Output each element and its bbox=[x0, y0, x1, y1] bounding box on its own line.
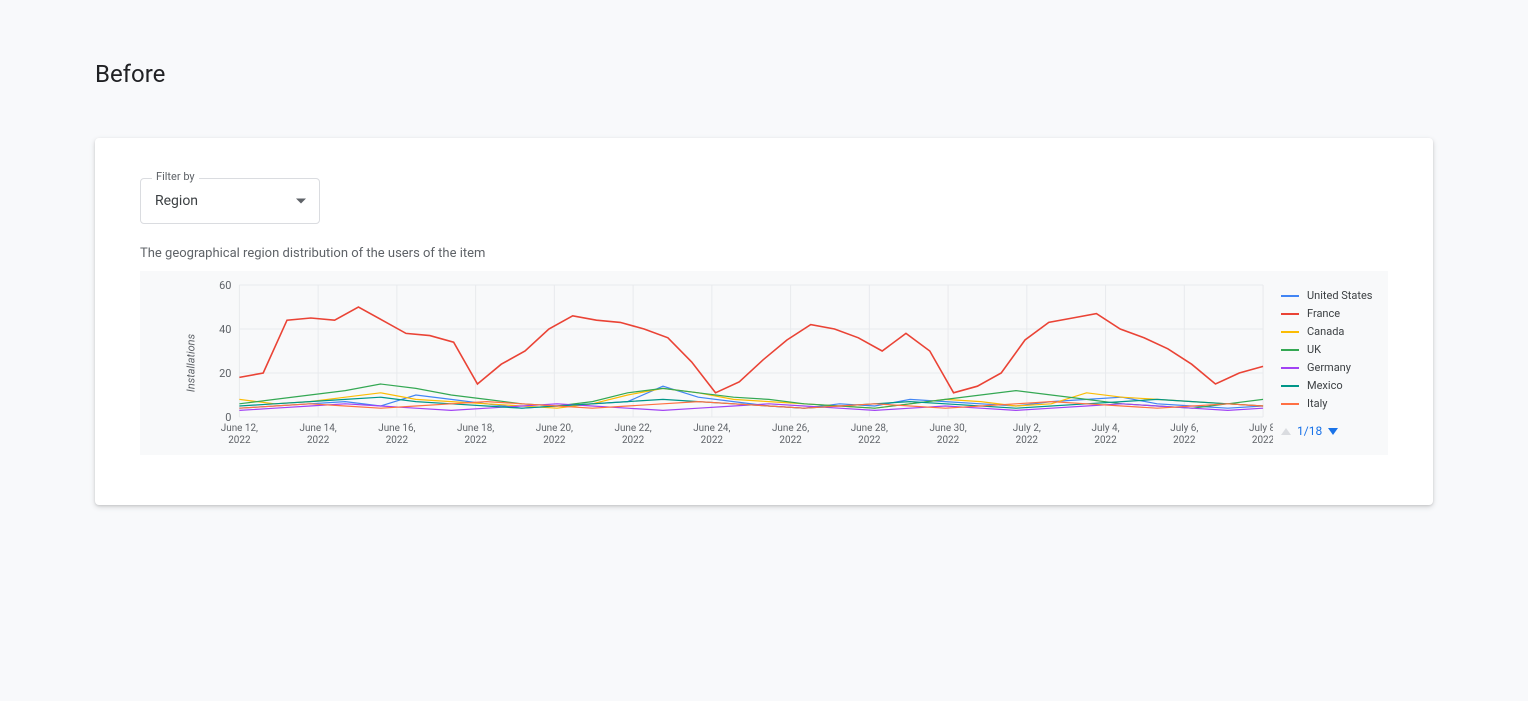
svg-text:June 28,: June 28, bbox=[851, 423, 888, 434]
legend-label: Germany bbox=[1307, 361, 1351, 374]
legend-swatch bbox=[1281, 295, 1299, 297]
svg-text:2022: 2022 bbox=[1094, 435, 1117, 446]
svg-text:20: 20 bbox=[219, 367, 231, 380]
svg-text:2022: 2022 bbox=[386, 435, 409, 446]
chevron-down-icon bbox=[296, 199, 306, 204]
legend-swatch bbox=[1281, 367, 1299, 369]
svg-text:2022: 2022 bbox=[1173, 435, 1196, 446]
svg-text:July 4,: July 4, bbox=[1092, 423, 1120, 434]
svg-text:2022: 2022 bbox=[1252, 435, 1273, 446]
svg-text:June 14,: June 14, bbox=[300, 423, 337, 434]
svg-text:2022: 2022 bbox=[858, 435, 881, 446]
legend-label: United States bbox=[1307, 289, 1372, 302]
legend-swatch bbox=[1281, 313, 1299, 315]
y-axis-title: Installations bbox=[185, 334, 198, 392]
svg-text:2022: 2022 bbox=[622, 435, 645, 446]
legend-page-indicator: 1/18 bbox=[1297, 424, 1322, 438]
svg-text:2022: 2022 bbox=[464, 435, 487, 446]
legend-label: Mexico bbox=[1307, 379, 1343, 392]
chart-legend: United States France Canada UK Germany Mexico… bbox=[1273, 271, 1388, 455]
svg-text:July 6,: July 6, bbox=[1170, 423, 1198, 434]
chart-subtitle: The geographical region distribution of … bbox=[140, 246, 1388, 261]
legend-item[interactable]: UK bbox=[1281, 343, 1380, 356]
legend-item[interactable]: Germany bbox=[1281, 361, 1380, 374]
legend-swatch bbox=[1281, 331, 1299, 333]
svg-text:2022: 2022 bbox=[1016, 435, 1039, 446]
line-chart: 0204060June 12,2022June 14,2022June 16,2… bbox=[140, 271, 1273, 451]
page-title: Before bbox=[95, 60, 1433, 88]
svg-text:60: 60 bbox=[219, 279, 231, 292]
legend-item[interactable]: United States bbox=[1281, 289, 1380, 302]
svg-text:June 26,: June 26, bbox=[772, 423, 809, 434]
filter-by-dropdown[interactable]: Filter by Region bbox=[140, 178, 320, 224]
svg-text:June 20,: June 20, bbox=[536, 423, 573, 434]
svg-text:July 2,: July 2, bbox=[1013, 423, 1041, 434]
filter-label: Filter by bbox=[152, 170, 199, 183]
legend-label: France bbox=[1307, 307, 1340, 320]
legend-page-up-icon[interactable] bbox=[1281, 428, 1291, 435]
legend-pager: 1/18 bbox=[1281, 424, 1380, 438]
legend-label: Italy bbox=[1307, 397, 1327, 410]
legend-swatch bbox=[1281, 403, 1299, 405]
legend-item[interactable]: Canada bbox=[1281, 325, 1380, 338]
svg-text:2022: 2022 bbox=[543, 435, 566, 446]
legend-item[interactable]: France bbox=[1281, 307, 1380, 320]
filter-selected-value: Region bbox=[155, 193, 198, 209]
svg-text:40: 40 bbox=[219, 323, 231, 336]
svg-text:June 12,: June 12, bbox=[221, 423, 258, 434]
svg-text:June 18,: June 18, bbox=[457, 423, 494, 434]
legend-swatch bbox=[1281, 385, 1299, 387]
svg-text:June 22,: June 22, bbox=[614, 423, 651, 434]
svg-text:2022: 2022 bbox=[701, 435, 724, 446]
svg-text:July 8,: July 8, bbox=[1249, 423, 1273, 434]
svg-text:June 30,: June 30, bbox=[929, 423, 966, 434]
legend-page-down-icon[interactable] bbox=[1328, 428, 1338, 435]
chart-container: Installations 0204060June 12,2022June 14… bbox=[140, 271, 1388, 455]
svg-text:June 16,: June 16, bbox=[378, 423, 415, 434]
legend-swatch bbox=[1281, 349, 1299, 351]
legend-item[interactable]: Italy bbox=[1281, 397, 1380, 410]
svg-text:2022: 2022 bbox=[937, 435, 960, 446]
legend-label: Canada bbox=[1307, 325, 1344, 338]
legend-label: UK bbox=[1307, 343, 1321, 356]
svg-text:2022: 2022 bbox=[307, 435, 330, 446]
legend-item[interactable]: Mexico bbox=[1281, 379, 1380, 392]
svg-text:2022: 2022 bbox=[228, 435, 251, 446]
chart-card: Filter by Region The geographical region… bbox=[95, 138, 1433, 505]
svg-text:June 24,: June 24, bbox=[693, 423, 730, 434]
svg-text:2022: 2022 bbox=[779, 435, 802, 446]
